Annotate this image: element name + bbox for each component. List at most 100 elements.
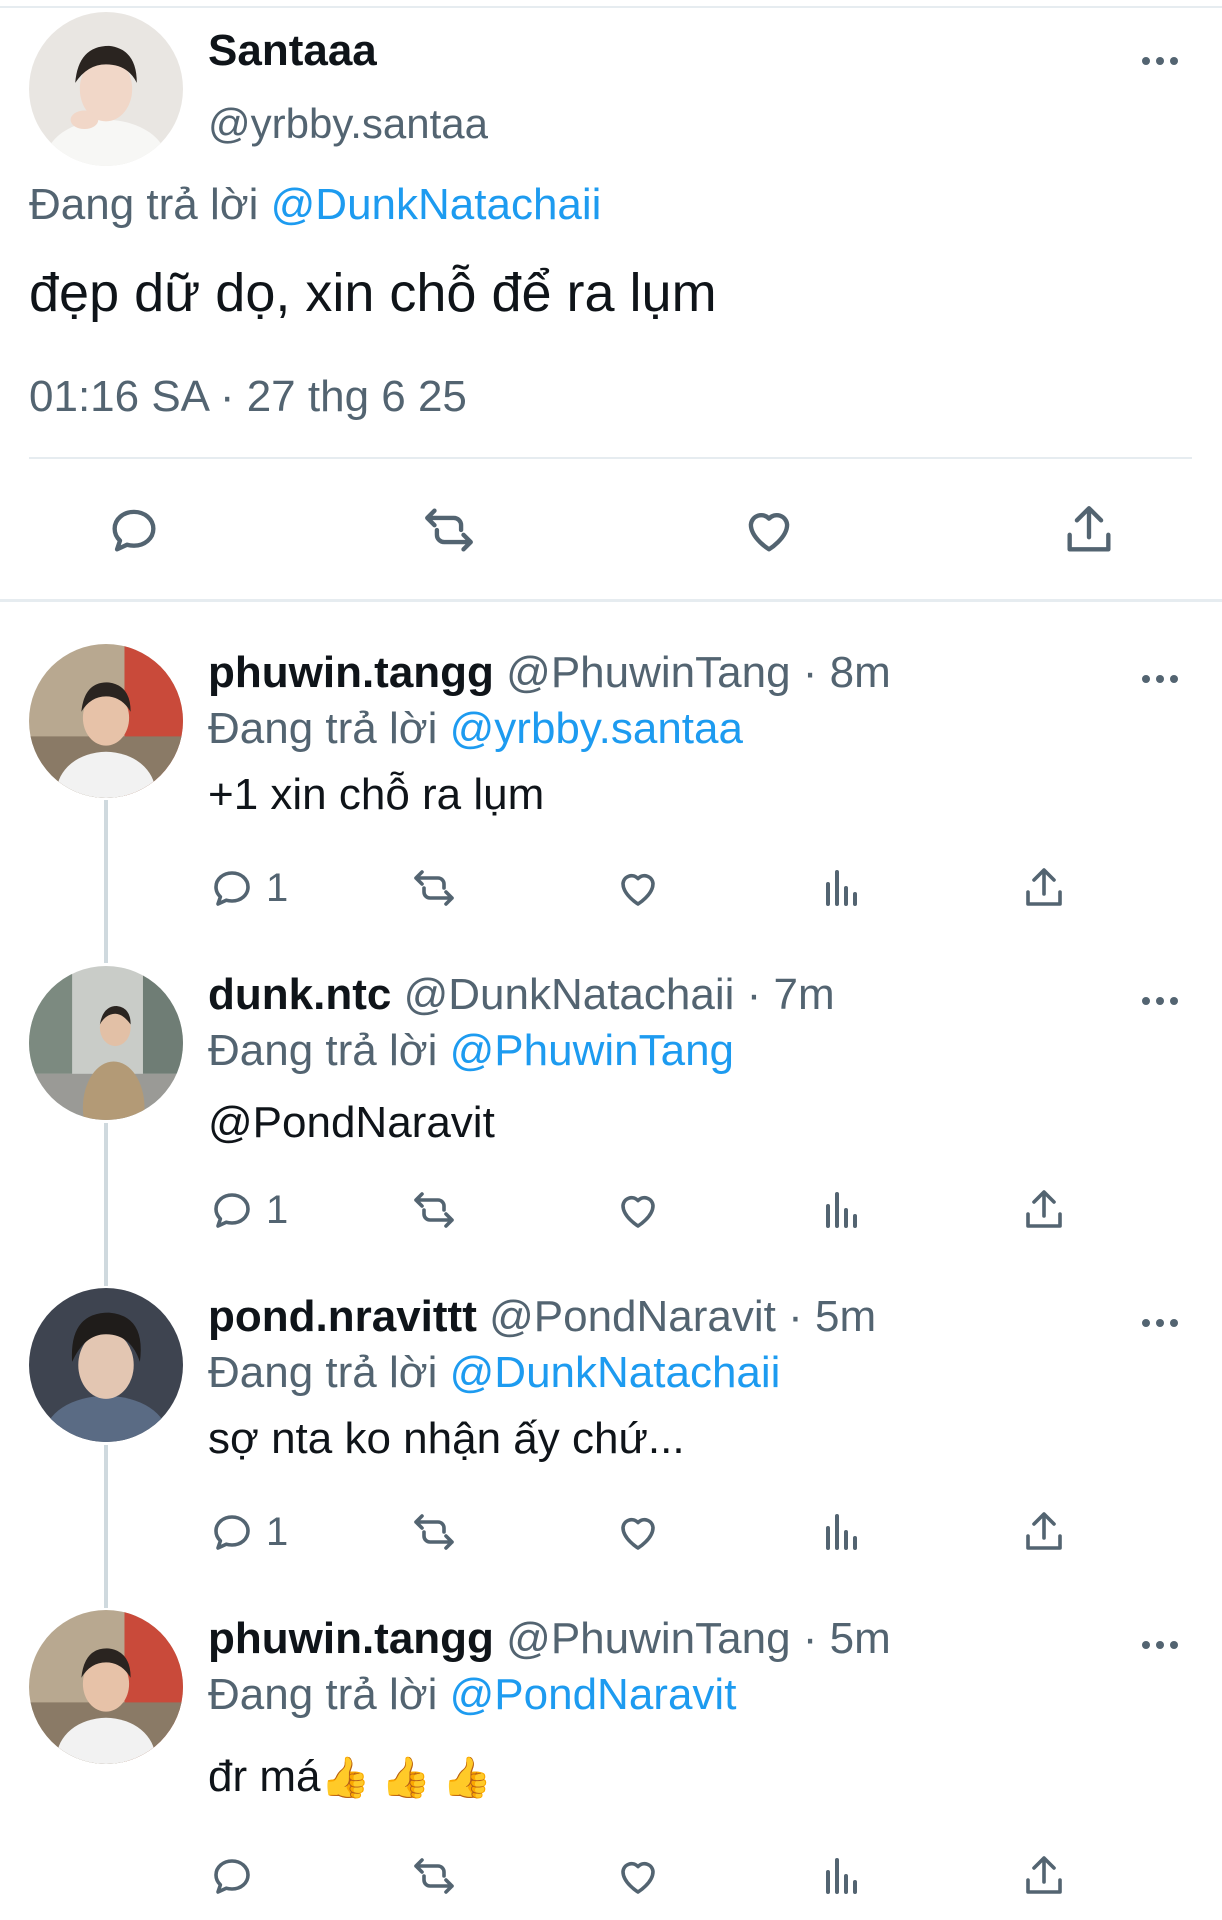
mention-link[interactable]: @DunkNatachaii bbox=[271, 180, 602, 229]
like-button[interactable] bbox=[729, 490, 809, 570]
reply-action-bar bbox=[0, 1846, 1222, 1906]
analytics-icon bbox=[826, 1858, 857, 1894]
reply-icon bbox=[214, 1193, 250, 1228]
more-options-icon[interactable] bbox=[1130, 46, 1190, 76]
avatar-image bbox=[29, 1610, 183, 1764]
share-button[interactable] bbox=[1020, 1180, 1068, 1240]
reply-button[interactable] bbox=[208, 1846, 266, 1906]
avatar-image bbox=[29, 1288, 183, 1442]
reply-tweet[interactable]: phuwin.tangg @PhuwinTang · 8m Đang trả l… bbox=[0, 644, 1222, 966]
reply-header: phuwin.tangg @PhuwinTang · 5m bbox=[208, 1614, 891, 1664]
like-button[interactable] bbox=[614, 1180, 662, 1240]
share-button[interactable] bbox=[1049, 490, 1129, 570]
reply-text: sợ nta ko nhận ấy chứ... bbox=[208, 1414, 685, 1463]
reply-button[interactable]: 1 bbox=[208, 1180, 288, 1240]
author-handle[interactable]: @DunkNatachaii bbox=[404, 970, 735, 1019]
retweet-icon bbox=[414, 1858, 454, 1894]
author-name[interactable]: dunk.ntc bbox=[208, 970, 391, 1019]
replying-to: Đang trả lời @yrbby.santaa bbox=[208, 704, 743, 754]
avatar-image bbox=[29, 966, 183, 1120]
avatar[interactable] bbox=[29, 644, 183, 798]
author-name[interactable]: phuwin.tangg bbox=[208, 1614, 494, 1663]
author-handle[interactable]: @PhuwinTang bbox=[506, 648, 790, 697]
avatar[interactable] bbox=[29, 12, 183, 166]
retweet-button[interactable] bbox=[410, 1180, 458, 1240]
heart-icon bbox=[748, 513, 790, 552]
share-button[interactable] bbox=[1020, 858, 1068, 918]
analytics-icon bbox=[826, 870, 857, 906]
share-button[interactable] bbox=[1020, 1502, 1068, 1562]
relative-time[interactable]: · 5m bbox=[788, 1292, 876, 1341]
replying-to: Đang trả lời @DunkNatachaii bbox=[208, 1348, 780, 1398]
views-button[interactable] bbox=[818, 858, 866, 918]
avatar[interactable] bbox=[29, 1288, 183, 1442]
tweet-timestamp[interactable]: 01:16 SA · 27 thg 6 25 bbox=[29, 372, 467, 422]
mention-link[interactable]: @PhuwinTang bbox=[450, 1026, 734, 1075]
share-button[interactable] bbox=[1020, 1846, 1068, 1906]
reply-count: 1 bbox=[266, 1509, 289, 1554]
author-handle[interactable]: @yrbby.santaa bbox=[208, 100, 488, 148]
views-button[interactable] bbox=[818, 1846, 866, 1906]
reply-tweet[interactable]: phuwin.tangg @PhuwinTang · 5m Đang trả l… bbox=[0, 1610, 1222, 1920]
reply-button[interactable] bbox=[94, 490, 174, 570]
author-name[interactable]: Santaaa bbox=[208, 26, 377, 76]
retweet-button[interactable] bbox=[410, 1502, 458, 1562]
mention-link[interactable]: @PondNaravit bbox=[450, 1670, 737, 1719]
like-button[interactable] bbox=[614, 858, 662, 918]
retweet-button[interactable] bbox=[409, 490, 489, 570]
replying-to-label: Đang trả lời bbox=[29, 180, 259, 229]
like-button[interactable] bbox=[614, 1846, 662, 1906]
avatar-image bbox=[29, 12, 183, 166]
reply-header: pond.nravittt @PondNaravit · 5m bbox=[208, 1292, 876, 1342]
author-handle[interactable]: @PhuwinTang bbox=[506, 1614, 790, 1663]
retweet-icon bbox=[425, 508, 473, 552]
replying-to-label: Đang trả lời bbox=[208, 1026, 438, 1075]
retweet-icon bbox=[414, 870, 454, 906]
like-button[interactable] bbox=[614, 1502, 662, 1562]
author-handle[interactable]: @PondNaravit bbox=[489, 1292, 776, 1341]
more-options-icon[interactable] bbox=[1130, 986, 1190, 1016]
author-name[interactable]: phuwin.tangg bbox=[208, 648, 494, 697]
analytics-icon bbox=[826, 1192, 857, 1228]
section-divider bbox=[0, 599, 1222, 602]
heart-icon bbox=[621, 1517, 655, 1550]
reply-tweet[interactable]: pond.nravittt @PondNaravit · 5m Đang trả… bbox=[0, 1288, 1222, 1610]
reply-action-bar: 1 bbox=[0, 1502, 1222, 1562]
mention-link[interactable]: @yrbby.santaa bbox=[450, 704, 743, 753]
relative-time[interactable]: · 5m bbox=[803, 1614, 891, 1663]
replying-to: Đang trả lời @PhuwinTang bbox=[208, 1026, 734, 1076]
tweet-text: đẹp dữ dọ, xin chỗ để ra lụm bbox=[29, 263, 717, 323]
thumbs-up-emoji: 👍 👍 👍 bbox=[320, 1756, 493, 1800]
reply-button[interactable]: 1 bbox=[208, 858, 288, 918]
replying-to: Đang trả lời @PondNaravit bbox=[208, 1670, 736, 1720]
more-options-icon[interactable] bbox=[1130, 1630, 1190, 1660]
reply-text-content: đr má bbox=[208, 1752, 321, 1801]
heart-icon bbox=[621, 1195, 655, 1228]
mention-link[interactable]: @DunkNatachaii bbox=[450, 1348, 781, 1397]
author-name[interactable]: pond.nravittt bbox=[208, 1292, 477, 1341]
reply-icon bbox=[112, 509, 156, 552]
share-icon bbox=[1026, 868, 1062, 906]
views-button[interactable] bbox=[818, 1180, 866, 1240]
reply-count: 1 bbox=[266, 1187, 289, 1232]
avatar[interactable] bbox=[29, 1610, 183, 1764]
share-icon bbox=[1067, 506, 1111, 552]
replying-to-label: Đang trả lời bbox=[208, 1670, 438, 1719]
reply-text: đr má👍 👍 👍 bbox=[208, 1752, 492, 1802]
avatar[interactable] bbox=[29, 966, 183, 1120]
reply-action-bar: 1 bbox=[0, 1180, 1222, 1240]
share-icon bbox=[1026, 1190, 1062, 1228]
retweet-button[interactable] bbox=[410, 1846, 458, 1906]
reply-text-mention[interactable]: @PondNaravit bbox=[208, 1098, 495, 1148]
reply-icon bbox=[214, 1515, 250, 1550]
retweet-button[interactable] bbox=[410, 858, 458, 918]
reply-tweet[interactable]: dunk.ntc @DunkNatachaii · 7m Đang trả lờ… bbox=[0, 966, 1222, 1288]
relative-time[interactable]: · 7m bbox=[747, 970, 835, 1019]
tweet-action-bar bbox=[0, 490, 1222, 570]
more-options-icon[interactable] bbox=[1130, 1308, 1190, 1338]
main-tweet: Santaaa @yrbby.santaa Đang trả lời @Dunk… bbox=[0, 0, 1222, 600]
views-button[interactable] bbox=[818, 1502, 866, 1562]
reply-button[interactable]: 1 bbox=[208, 1502, 288, 1562]
relative-time[interactable]: · 8m bbox=[803, 648, 891, 697]
more-options-icon[interactable] bbox=[1130, 664, 1190, 694]
